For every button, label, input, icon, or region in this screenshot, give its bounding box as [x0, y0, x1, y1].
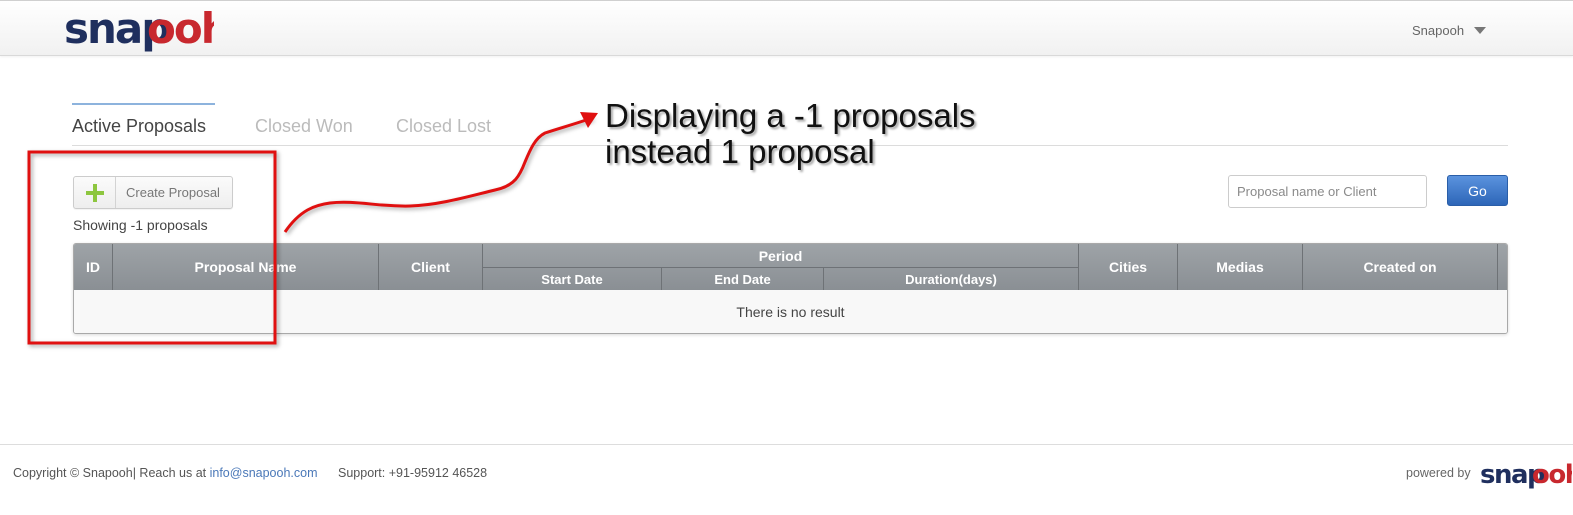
tab-active-proposals[interactable]: Active Proposals	[72, 103, 215, 145]
top-header: snap ooh Snapooh	[0, 0, 1573, 56]
col-cities[interactable]: Cities	[1079, 244, 1178, 290]
logo-part-ooh: ooh	[147, 4, 214, 53]
col-spacer	[1498, 244, 1507, 290]
go-button[interactable]: Go	[1447, 175, 1508, 206]
search-input[interactable]	[1228, 175, 1427, 208]
col-duration[interactable]: Duration(days)	[824, 267, 1079, 290]
col-start-date[interactable]: Start Date	[483, 267, 662, 290]
col-client[interactable]: Client	[379, 244, 483, 290]
col-id[interactable]: ID	[74, 244, 113, 290]
create-proposal-button[interactable]: Create Proposal	[73, 176, 233, 209]
table-header: ID Proposal Name Client Period Start Dat…	[74, 244, 1507, 290]
create-proposal-label: Create Proposal	[126, 185, 220, 200]
empty-result-row: There is no result	[74, 290, 1507, 333]
footer-logo-part-ooh: ooh	[1532, 460, 1572, 490]
support-text: Support: +91-95912 46528	[338, 466, 488, 480]
annotation-text: Displaying a -1 proposals instead 1 prop…	[605, 98, 976, 170]
footer: Copyright © Snapooh| Reach us at info@sn…	[0, 444, 1573, 515]
caret-down-icon	[1474, 27, 1487, 34]
col-end-date[interactable]: End Date	[662, 267, 824, 290]
snapooh-logo[interactable]: snap ooh	[64, 3, 214, 55]
col-period: Period	[483, 244, 1079, 267]
copyright-prefix: Copyright © Snapooh| Reach us at	[13, 466, 210, 480]
user-menu[interactable]: Snapooh	[1412, 23, 1487, 38]
col-created-on[interactable]: Created on	[1303, 244, 1498, 290]
showing-count-text: Showing -1 proposals	[73, 217, 208, 233]
tab-closed-won[interactable]: Closed Won	[255, 103, 353, 145]
tab-closed-lost[interactable]: Closed Lost	[396, 103, 491, 145]
col-proposal-name[interactable]: Proposal Name	[113, 244, 379, 290]
copyright-text: Copyright © Snapooh| Reach us at info@sn…	[13, 466, 318, 480]
powered-by-text: powered by	[1406, 466, 1471, 480]
user-name: Snapooh	[1412, 23, 1465, 38]
annotation-line-2: instead 1 proposal	[605, 133, 875, 170]
email-link[interactable]: info@snapooh.com	[210, 466, 318, 480]
annotation-line-1: Displaying a -1 proposals	[605, 97, 976, 134]
footer-snapooh-logo[interactable]: snap ooh	[1480, 458, 1572, 490]
plus-icon	[74, 177, 116, 208]
col-medias[interactable]: Medias	[1178, 244, 1303, 290]
proposals-table: ID Proposal Name Client Period Start Dat…	[73, 243, 1508, 334]
